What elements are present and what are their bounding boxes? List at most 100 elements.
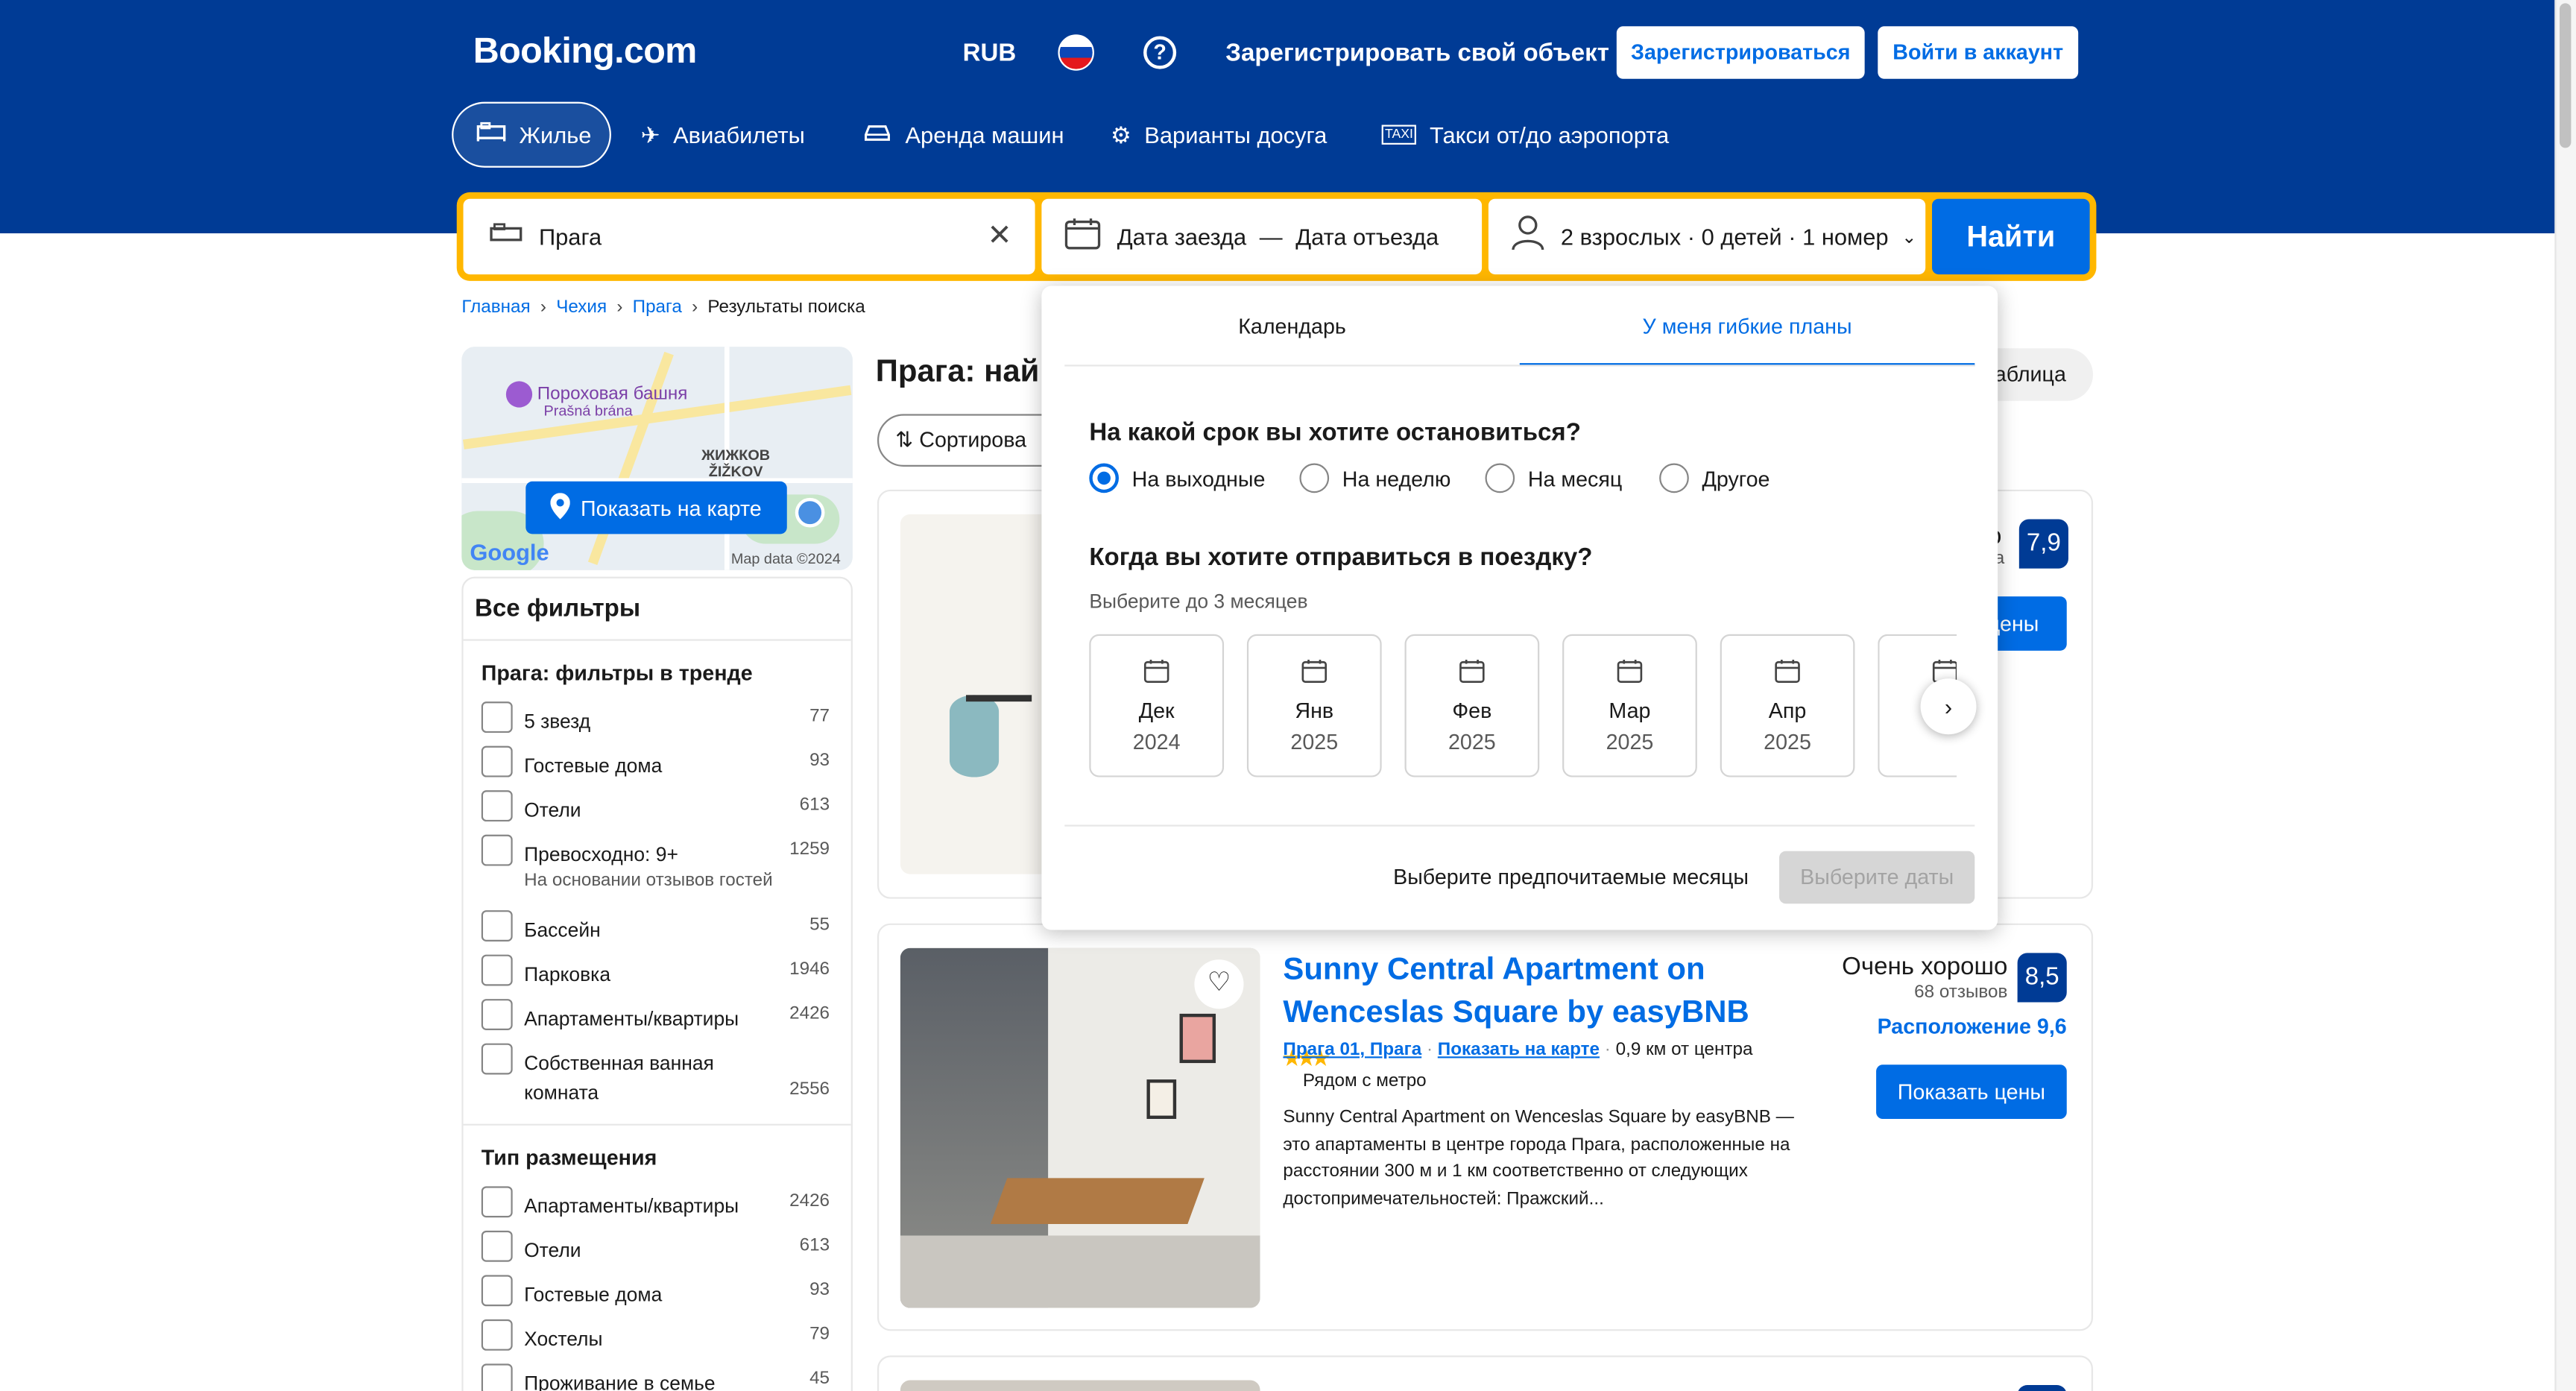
month-hint: Выберите до 3 месяцев [1089, 590, 1308, 614]
tab-attractions[interactable]: ⚙ Варианты досуга [1111, 102, 1327, 168]
checkbox[interactable] [481, 1275, 513, 1307]
show-prices-button[interactable]: Показать цены [1876, 1064, 2067, 1119]
month-card[interactable]: Мар 2025 [1562, 634, 1697, 777]
radio-button[interactable] [1659, 463, 1689, 493]
plane-icon: ✈ [640, 122, 660, 148]
property-title[interactable]: Sunny Central Apartment on Wenceslas Squ… [1283, 950, 1775, 1079]
calendar-icon [1564, 659, 1695, 689]
month-card[interactable]: Дек 2024 [1089, 634, 1225, 777]
radio-month[interactable]: На месяц [1485, 463, 1622, 493]
tab-flights[interactable]: ✈ Авиабилеты [641, 102, 805, 168]
checkbox[interactable] [481, 790, 513, 822]
currency-selector[interactable]: RUB [963, 40, 1017, 67]
calendar-icon [1722, 659, 1853, 689]
sort-icon: ⇅ [895, 427, 914, 452]
guests-field[interactable]: 2 взрослых · 0 детей · 1 номер ⌄ [1488, 198, 1926, 275]
map-poi-sublabel: Prašná brána [543, 403, 633, 420]
list-property-link[interactable]: Зарегистрировать свой объект [1225, 40, 1609, 67]
car-icon [862, 102, 892, 168]
radio-week[interactable]: На неделю [1299, 463, 1450, 493]
language-flag-icon[interactable] [1058, 34, 1094, 71]
radio-button[interactable] [1299, 463, 1330, 493]
clear-destination-icon[interactable]: ✕ [987, 218, 1011, 253]
map-preview[interactable] [461, 347, 853, 570]
radio-other[interactable]: Другое [1659, 463, 1770, 493]
page: Booking.com RUB ? Зарегистрировать свой … [0, 0, 2576, 1391]
select-dates-button[interactable]: Выберите даты [1779, 851, 1975, 904]
divider [1064, 365, 1975, 367]
checkbox[interactable] [481, 999, 513, 1030]
review-count: 68 отзывов [1914, 982, 2008, 1003]
dates-separator: — [1259, 223, 1283, 250]
results-title: Прага: най [875, 355, 1040, 390]
heart-icon[interactable]: ♡ [1194, 959, 1244, 1009]
tab-car-rental[interactable]: Аренда машин [862, 102, 1064, 168]
duration-question: На какой срок вы хотите остановиться? [1089, 419, 1581, 447]
radio-button[interactable] [1089, 463, 1119, 493]
map-district-label: ЖИЖКОВ ŽIŽKOV [701, 447, 771, 480]
date-picker-dropdown: Календарь У меня гибкие планы На какой с… [1041, 286, 1998, 930]
checkbox[interactable] [481, 1230, 513, 1262]
checkbox[interactable] [481, 1043, 513, 1075]
lock-icon [795, 497, 825, 528]
checkbox[interactable] [481, 954, 513, 986]
trending-filters-title: Прага: фильтры в тренде [481, 660, 753, 686]
review-score-badge: 8,5 [2017, 953, 2067, 1003]
preferred-months-text: Выберите предпочитаемые месяцы [1393, 864, 1749, 889]
tab-stays[interactable]: Жилье [452, 101, 611, 168]
radio-button[interactable] [1485, 463, 1515, 493]
checkbox[interactable] [481, 1363, 513, 1391]
tab-airport-taxi[interactable]: TAXI Такси от/до аэропорта [1381, 102, 1670, 168]
chevron-right-icon[interactable]: › [1920, 678, 1977, 735]
breadcrumb-country[interactable]: Чехия [556, 297, 607, 317]
tab-stays-label: Жилье [519, 122, 592, 148]
dates-field[interactable]: Дата заезда — Дата отъезда [1041, 198, 1483, 275]
checkbox[interactable] [481, 910, 513, 941]
breadcrumb-city[interactable]: Прага [633, 297, 682, 317]
help-icon[interactable]: ? [1143, 36, 1177, 69]
breadcrumb-home[interactable]: Главная [461, 297, 530, 317]
chevron-down-icon: ⌄ [1901, 227, 1917, 247]
calendar-icon [1248, 659, 1380, 689]
breadcrumb: Главная › Чехия › Прага › Результаты пои… [461, 297, 865, 317]
location-score[interactable]: Расположение 9,6 [1808, 1014, 2067, 1038]
property-photo[interactable] [900, 1380, 1260, 1391]
radio-weekend[interactable]: На выходные [1089, 463, 1265, 493]
search-bar: Прага ✕ Дата заезда — Дата отъезда 2 взр… [456, 192, 2097, 281]
address-link[interactable]: Прага 01, Прага [1283, 1040, 1421, 1059]
signin-button[interactable]: Войти в аккаунт [1878, 26, 2079, 79]
divider [1064, 824, 1975, 827]
checkbox[interactable] [481, 1186, 513, 1218]
checkbox[interactable] [481, 745, 513, 777]
bed-icon [476, 102, 506, 168]
month-card[interactable]: Янв 2025 [1246, 634, 1382, 777]
tab-attractions-label: Варианты досуга [1144, 122, 1328, 148]
show-on-map-link[interactable]: Показать на карте [1438, 1040, 1600, 1059]
property-description: Sunny Central Apartment on Wenceslas Squ… [1283, 1107, 1794, 1209]
search-button[interactable]: Найти [1932, 198, 2090, 275]
calendar-icon [1407, 659, 1538, 689]
filter-option[interactable]: Собственная ванная комната 2556 [481, 1043, 830, 1107]
filter-option-note: На основании отзывов гостей [524, 871, 773, 891]
tab-flexible[interactable]: У меня гибкие планы [1519, 286, 1975, 367]
review-score-badge: 7,9 [2018, 519, 2068, 569]
month-card[interactable]: Фев 2025 [1404, 634, 1540, 777]
destination-field[interactable]: Прага ✕ [463, 198, 1035, 275]
property-location: Прага 01, Прага · Показать на карте · 0,… [1283, 1040, 1753, 1060]
booking-logo[interactable]: Booking.com [473, 30, 698, 72]
register-button[interactable]: Зарегистрироваться [1616, 26, 1865, 79]
show-on-map-button[interactable]: Показать на карте [525, 481, 787, 534]
scrollbar-thumb[interactable] [2559, 3, 2572, 148]
tab-flights-label: Авиабилеты [673, 122, 805, 148]
scrollbar-track[interactable] [2554, 0, 2576, 1391]
tab-calendar[interactable]: Календарь [1064, 286, 1520, 367]
month-card[interactable]: Апр 2025 [1720, 634, 1855, 777]
person-icon [1512, 215, 1544, 259]
tab-airport-taxi-label: Такси от/до аэропорта [1429, 122, 1670, 148]
metro-note: Рядом с метро [1302, 1071, 1427, 1091]
rating-word: Очень хорошо [1842, 953, 2008, 981]
checkbox[interactable] [481, 701, 513, 734]
checkbox[interactable] [481, 834, 513, 866]
checkbox[interactable] [481, 1319, 513, 1351]
chevron-right-icon: › [616, 297, 623, 318]
